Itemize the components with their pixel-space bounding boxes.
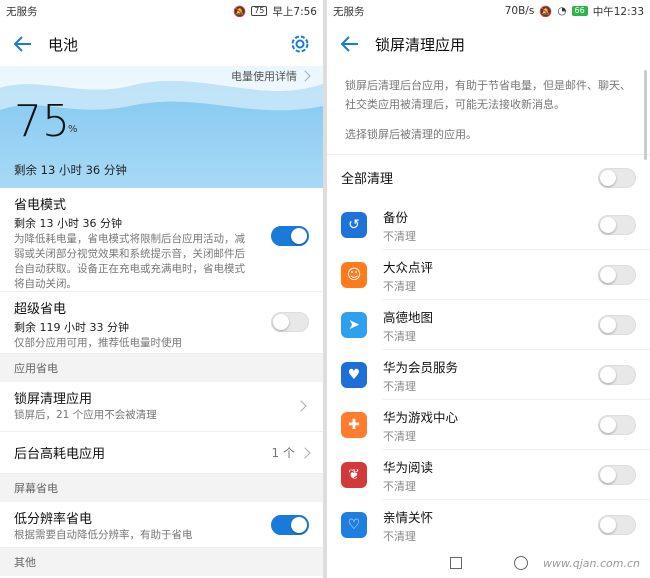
back-arrow-icon[interactable] (12, 33, 34, 55)
clean-all-item[interactable]: 全部清理 (327, 154, 650, 200)
clock: 中午12:33 (592, 5, 644, 18)
lock-clean-title: 锁屏清理应用 (14, 392, 93, 407)
low-resolution-item[interactable]: 低分辨率省电 根据需要自动降低分辨率，有助于省电 (0, 502, 323, 548)
app-state: 不清理 (383, 429, 416, 443)
app-state: 不清理 (383, 229, 416, 243)
super-saving-title: 超级省电 (14, 302, 67, 317)
app-icon: ♡ (341, 512, 367, 538)
list-item[interactable]: ➤ 高德地图 不清理 (327, 300, 650, 350)
remaining-time: 剩余 13 小时 36 分钟 (14, 163, 127, 177)
usage-details-label: 电量使用详情 (231, 70, 297, 83)
mute-icon: 🔕 (233, 5, 247, 18)
app-name: 备份 (383, 209, 409, 225)
title-bar: 锁屏清理应用 (327, 22, 650, 66)
app-name: 华为游戏中心 (383, 409, 459, 425)
low-resolution-desc: 根据需要自动降低分辨率，有助于省电 (14, 529, 193, 541)
clean-all-toggle[interactable] (598, 168, 636, 188)
bg-high-power-count: 1 个 (271, 446, 295, 460)
info-select-text: 选择锁屏后被清理的应用。 (345, 128, 477, 141)
low-resolution-title: 低分辨率省电 (14, 512, 93, 527)
status-bar: 无服务 🔕 75 早上7:56 (0, 0, 323, 22)
app-icon: ♥ (341, 362, 367, 388)
bg-high-power-title: 后台高耗电应用 (14, 447, 106, 462)
lock-clean-desc: 锁屏后，21 个应用不会被清理 (14, 409, 157, 421)
app-state: 不清理 (383, 479, 416, 493)
super-saving-mode[interactable]: 超级省电 剩余 119 小时 33 分钟 仅部分应用可用，推荐低电量时使用 (0, 292, 323, 354)
home-icon[interactable] (513, 556, 528, 570)
battery-screen: 无服务 🔕 75 早上7:56 电池 电量使用详情 75 % 剩余 13 小时 … (0, 0, 323, 578)
list-item[interactable]: ✚ 华为游戏中心 不清理 (327, 400, 650, 450)
app-state: 不清理 (383, 329, 416, 343)
app-icon: ✚ (341, 412, 367, 438)
app-name: 大众点评 (383, 259, 434, 275)
app-icon: ❦ (341, 462, 367, 488)
list-item[interactable]: ♡ 亲情关怀 不清理 (327, 500, 650, 550)
app-name: 华为阅读 (383, 459, 434, 475)
power-saving-desc: 为降低耗电量，省电模式将限制后台应用活动，减弱或关闭部分视觉效果和系统提示音，关… (14, 233, 245, 290)
app-clean-toggle[interactable] (598, 515, 636, 535)
app-name: 华为会员服务 (383, 359, 459, 375)
lock-clean-apps-item[interactable]: 锁屏清理应用 锁屏后，21 个应用不会被清理 (0, 382, 323, 432)
super-saving-desc: 仅部分应用可用，推荐低电量时使用 (14, 337, 182, 349)
list-item[interactable]: ❦ 华为阅读 不清理 (327, 450, 650, 500)
title-bar: 电池 (0, 22, 323, 66)
page-title: 电池 (48, 35, 79, 54)
carrier-label: 无服务 (6, 5, 38, 18)
super-saving-toggle[interactable] (271, 312, 309, 332)
status-bar: 无服务 70B/s 🔕 ◔ 66 中午12:33 (327, 0, 650, 22)
power-saving-remaining: 剩余 13 小时 36 分钟 (14, 217, 122, 230)
super-saving-remaining: 剩余 119 小时 33 分钟 (14, 321, 129, 334)
clock: 早上7:56 (272, 5, 317, 18)
power-saving-toggle[interactable] (271, 226, 309, 246)
low-resolution-toggle[interactable] (271, 515, 309, 535)
back-arrow-icon[interactable] (339, 33, 361, 55)
app-icon: ➤ (341, 312, 367, 338)
app-icon: ☺ (341, 262, 367, 288)
percent-sign: % (68, 124, 78, 135)
battery-icon: 75 (251, 6, 268, 16)
mute-icon: 🔕 (539, 5, 553, 18)
recent-apps-icon[interactable] (449, 557, 462, 569)
usage-details-link[interactable]: 电量使用详情 (231, 68, 311, 84)
app-icon: ↺ (341, 212, 367, 238)
battery-percent: 75 (14, 96, 70, 147)
app-clean-toggle[interactable] (598, 415, 636, 435)
chevron-right-icon (299, 446, 311, 459)
power-saving-title: 省电模式 (14, 198, 67, 213)
gear-icon[interactable] (289, 33, 311, 55)
list-item[interactable]: ↺ 备份 不清理 (327, 200, 650, 250)
app-state: 不清理 (383, 379, 416, 393)
section-screen-saving: 屏幕省电 (0, 474, 323, 502)
app-name: 高德地图 (383, 309, 434, 325)
watermark: www.qjan.com.cn (542, 557, 640, 570)
app-state: 不清理 (383, 279, 416, 293)
info-text: 锁屏后清理后台应用，有助于节省电量，但是邮件、聊天、社交类应用被清理后，可能无法… (345, 79, 631, 111)
carrier-label: 无服务 (333, 5, 365, 18)
list-item[interactable]: ☺ 大众点评 不清理 (327, 250, 650, 300)
clean-all-label: 全部清理 (341, 172, 394, 187)
lock-clean-screen: 无服务 70B/s 🔕 ◔ 66 中午12:33 锁屏清理应用 锁屏后清理后台应… (327, 0, 650, 578)
scrollbar[interactable] (644, 70, 647, 160)
battery-icon: 66 (571, 6, 588, 16)
app-clean-toggle[interactable] (598, 315, 636, 335)
net-speed: 70B/s (504, 5, 535, 17)
power-saving-mode[interactable]: 省电模式 剩余 13 小时 36 分钟 为降低耗电量，省电模式将限制后台应用活动… (0, 188, 323, 292)
app-name: 亲情关怀 (383, 509, 434, 525)
page-title: 锁屏清理应用 (375, 35, 466, 54)
app-clean-toggle[interactable] (598, 365, 636, 385)
bg-high-power-apps-item[interactable]: 后台高耗电应用 1 个 (0, 432, 323, 474)
app-clean-toggle[interactable] (598, 215, 636, 235)
section-other: 其他 (0, 548, 323, 576)
app-state: 不清理 (383, 529, 416, 543)
app-list: ↺ 备份 不清理 ☺ 大众点评 不清理 ➤ 高德地图 不清理 ♥ 华为会员服务 … (327, 200, 650, 550)
app-clean-toggle[interactable] (598, 265, 636, 285)
section-app-saving: 应用省电 (0, 354, 323, 382)
battery-hero: 电量使用详情 75 % 剩余 13 小时 36 分钟 (0, 66, 323, 188)
chevron-right-icon (299, 70, 311, 82)
wifi-icon: ◔ (557, 5, 567, 17)
list-item[interactable]: ♥ 华为会员服务 不清理 (327, 350, 650, 400)
app-clean-toggle[interactable] (598, 465, 636, 485)
